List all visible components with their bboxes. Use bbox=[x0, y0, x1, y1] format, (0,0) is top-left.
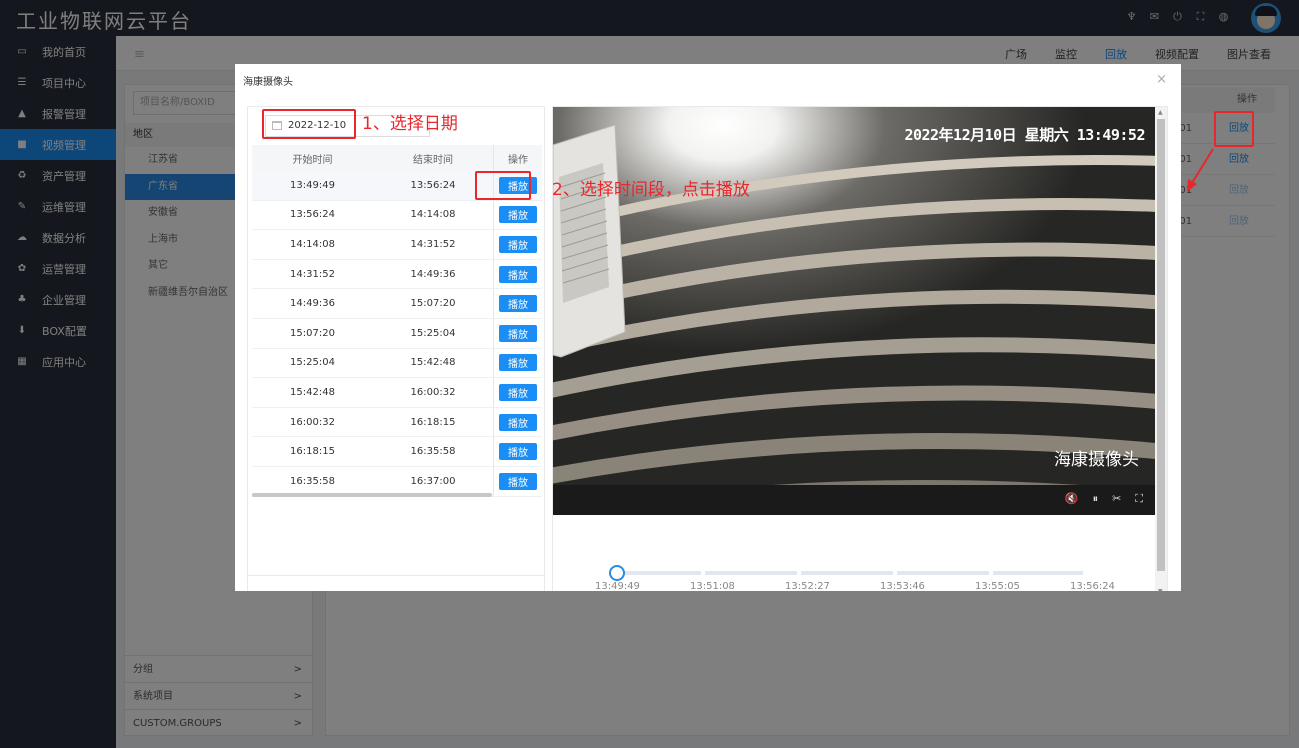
slot-action-cell: 播放 bbox=[493, 437, 542, 466]
modal-title: 海康摄像头 bbox=[243, 77, 293, 88]
scroll-down-icon[interactable]: ▼ bbox=[1158, 588, 1163, 591]
close-icon[interactable]: × bbox=[1156, 72, 1167, 87]
horizontal-scrollbar[interactable] bbox=[252, 493, 492, 497]
play-button[interactable]: 播放 bbox=[499, 443, 537, 461]
slot-start-time: 13:49:49 bbox=[290, 179, 335, 191]
video-osd-camera-name: 海康摄像头 bbox=[1054, 450, 1139, 470]
play-button[interactable]: 播放 bbox=[499, 472, 537, 490]
time-slot-row: 15:42:48 16:00:32 播放 bbox=[252, 378, 542, 408]
slot-start-time: 15:42:48 bbox=[290, 386, 335, 398]
scroll-up-icon[interactable]: ▲ bbox=[1158, 109, 1163, 116]
video-osd-timestamp: 2022年12月10日 星期六 13:49:52 bbox=[904, 126, 1145, 144]
time-slot-row: 16:00:32 16:18:15 播放 bbox=[252, 407, 542, 438]
slot-end-time: 16:00:32 bbox=[410, 386, 456, 398]
slot-start-time: 15:25:04 bbox=[290, 357, 335, 369]
slot-start-time: 14:31:52 bbox=[290, 268, 335, 280]
pause-icon[interactable]: ⏸ bbox=[1093, 492, 1099, 506]
annotation-arrow bbox=[1187, 148, 1214, 192]
timeline-label: 13:51:08 bbox=[690, 581, 735, 591]
fullscreen-icon[interactable]: ⛶ bbox=[1135, 492, 1143, 506]
slot-action-cell: 播放 bbox=[493, 259, 542, 289]
timeline-label: 13:49:49 bbox=[595, 581, 640, 591]
play-button[interactable]: 播放 bbox=[499, 354, 537, 372]
slot-action-cell: 播放 bbox=[493, 289, 542, 318]
slot-action-cell: 播放 bbox=[493, 466, 542, 496]
slot-end-time: 14:14:08 bbox=[410, 209, 456, 221]
slot-end-time: 15:25:04 bbox=[410, 327, 456, 339]
playback-modal: 海康摄像头 × 2022-12-10 开始时间 结束时间 操作 13:49:49… bbox=[235, 64, 1181, 591]
slot-start-time: 14:49:36 bbox=[290, 298, 335, 310]
slot-start-time: 14:14:08 bbox=[290, 238, 335, 250]
slot-end-time: 16:35:58 bbox=[410, 446, 456, 458]
video-controls: 🔇 ⏸ ✂ ⛶ bbox=[553, 485, 1157, 515]
annotation-step1: 1、选择日期 bbox=[362, 114, 458, 134]
play-button[interactable]: 播放 bbox=[499, 265, 537, 283]
slot-start-time: 13:56:24 bbox=[290, 209, 335, 221]
slot-action-cell: 播放 bbox=[493, 230, 542, 259]
timeline-label: 13:55:05 bbox=[975, 581, 1020, 591]
time-slot-row: 16:18:15 16:35:58 播放 bbox=[252, 437, 542, 467]
time-slot-row: 15:25:04 15:42:48 播放 bbox=[252, 348, 542, 379]
slot-start-time: 16:00:32 bbox=[290, 416, 335, 428]
slot-start-time: 16:35:58 bbox=[290, 475, 335, 487]
play-button[interactable]: 播放 bbox=[499, 413, 537, 431]
timeline-knob[interactable] bbox=[609, 565, 625, 581]
play-button[interactable]: 播放 bbox=[499, 383, 537, 401]
slot-end-time: 15:07:20 bbox=[410, 298, 456, 310]
play-button[interactable]: 播放 bbox=[499, 324, 537, 342]
slot-start-time: 15:07:20 bbox=[290, 327, 335, 339]
timeline-label: 13:52:27 bbox=[785, 581, 830, 591]
timeline-label: 13:53:46 bbox=[880, 581, 925, 591]
video-player[interactable]: 2022年12月10日 星期六 13:49:52 海康摄像头 🔇 ⏸ ✂ ⛶ bbox=[553, 107, 1157, 515]
slot-action-cell: 播放 bbox=[493, 407, 542, 437]
start-time-header: 开始时间 bbox=[292, 154, 333, 166]
timeline-label: 13:56:24 bbox=[1070, 581, 1115, 591]
vertical-scrollbar[interactable]: ▲ ▼ bbox=[1155, 107, 1167, 591]
annotation-box-date bbox=[262, 109, 356, 139]
play-button[interactable]: 播放 bbox=[499, 235, 537, 253]
slot-action-cell: 播放 bbox=[493, 200, 542, 230]
slot-action-cell: 播放 bbox=[493, 318, 542, 348]
time-slot-row: 14:14:08 14:31:52 播放 bbox=[252, 230, 542, 260]
annotation-box-play bbox=[475, 171, 531, 200]
annotation-box-replay bbox=[1214, 111, 1254, 147]
mute-icon[interactable]: 🔇 bbox=[1065, 492, 1079, 506]
slot-action-cell: 播放 bbox=[493, 378, 542, 407]
time-slot-row: 14:31:52 14:49:36 播放 bbox=[252, 259, 542, 290]
slot-start-time: 16:18:15 bbox=[290, 446, 335, 458]
play-button[interactable]: 播放 bbox=[499, 206, 537, 224]
playback-timeline[interactable] bbox=[595, 565, 1115, 581]
slot-end-time: 15:42:48 bbox=[410, 357, 456, 369]
annotation-step2: 2、选择时间段，点击播放 bbox=[552, 180, 750, 200]
time-slot-row: 15:07:20 15:25:04 播放 bbox=[252, 318, 542, 349]
scissors-icon[interactable]: ✂ bbox=[1112, 492, 1121, 506]
list-footer bbox=[248, 575, 544, 576]
timeline-labels: 13:49:49 13:51:08 13:52:27 13:53:46 13:55:05… bbox=[595, 581, 1135, 591]
time-slot-header: 开始时间 结束时间 操作 bbox=[252, 145, 542, 171]
time-slot-row: 13:56:24 14:14:08 播放 bbox=[252, 200, 542, 231]
slot-action-cell: 播放 bbox=[493, 348, 542, 378]
play-button[interactable]: 播放 bbox=[499, 295, 537, 313]
end-time-header: 结束时间 bbox=[413, 154, 453, 166]
slot-end-time: 14:49:36 bbox=[410, 268, 456, 280]
scrollbar-thumb[interactable] bbox=[1157, 119, 1165, 571]
time-slot-row: 14:49:36 15:07:20 播放 bbox=[252, 289, 542, 319]
slot-end-time: 16:37:00 bbox=[410, 475, 456, 487]
slot-end-time: 14:31:52 bbox=[410, 238, 456, 250]
slot-end-time: 16:18:15 bbox=[410, 416, 456, 428]
action-header: 操作 bbox=[493, 145, 542, 171]
